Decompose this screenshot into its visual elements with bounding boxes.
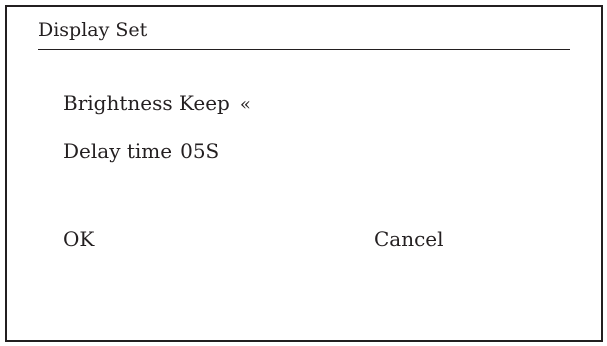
title-divider	[38, 49, 570, 50]
cancel-button[interactable]: Cancel	[374, 229, 444, 249]
setting-delay-time-value[interactable]: 05S	[180, 139, 219, 163]
display-set-dialog: Display Set Brightness Keep « Delay time 0…	[5, 5, 603, 342]
setting-delay-time[interactable]: Delay time 05S	[63, 141, 219, 161]
ok-button[interactable]: OK	[63, 229, 94, 249]
setting-brightness-keep-label: Brightness Keep	[63, 91, 230, 115]
setting-brightness-keep[interactable]: Brightness Keep «	[63, 93, 251, 114]
dialog-title: Display Set	[38, 19, 148, 41]
selection-marker-icon: «	[239, 94, 251, 115]
setting-delay-time-label: Delay time	[63, 139, 173, 163]
